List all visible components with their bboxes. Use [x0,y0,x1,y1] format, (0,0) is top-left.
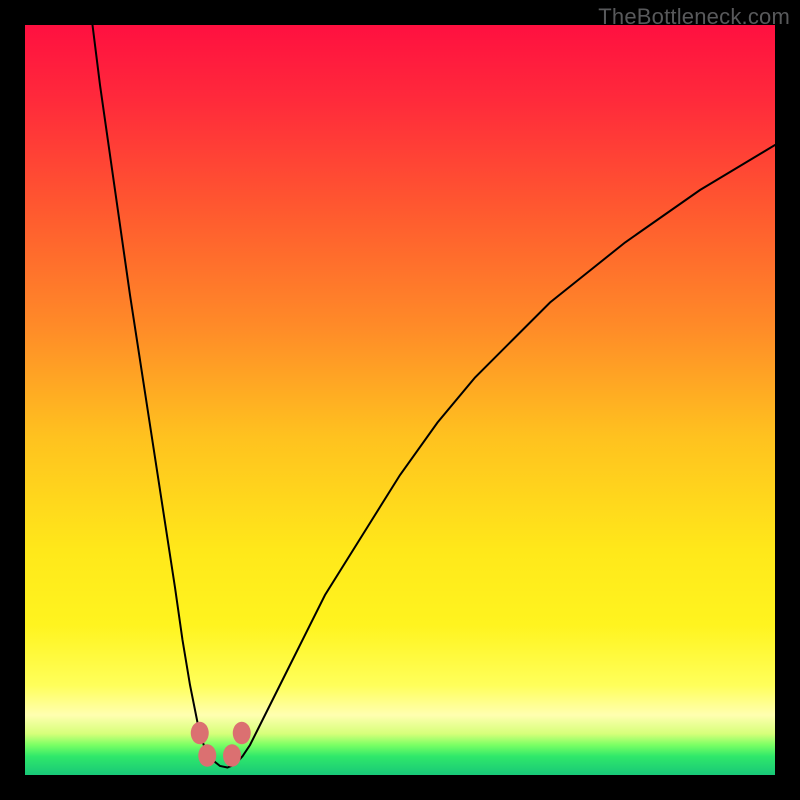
chart-background [25,25,775,775]
chart-svg [25,25,775,775]
chart-frame [25,25,775,775]
marker-dot-1 [198,744,216,767]
marker-dot-3 [233,722,251,745]
marker-dot-2 [223,744,241,767]
marker-dot-0 [191,722,209,745]
watermark-text: TheBottleneck.com [598,4,790,30]
